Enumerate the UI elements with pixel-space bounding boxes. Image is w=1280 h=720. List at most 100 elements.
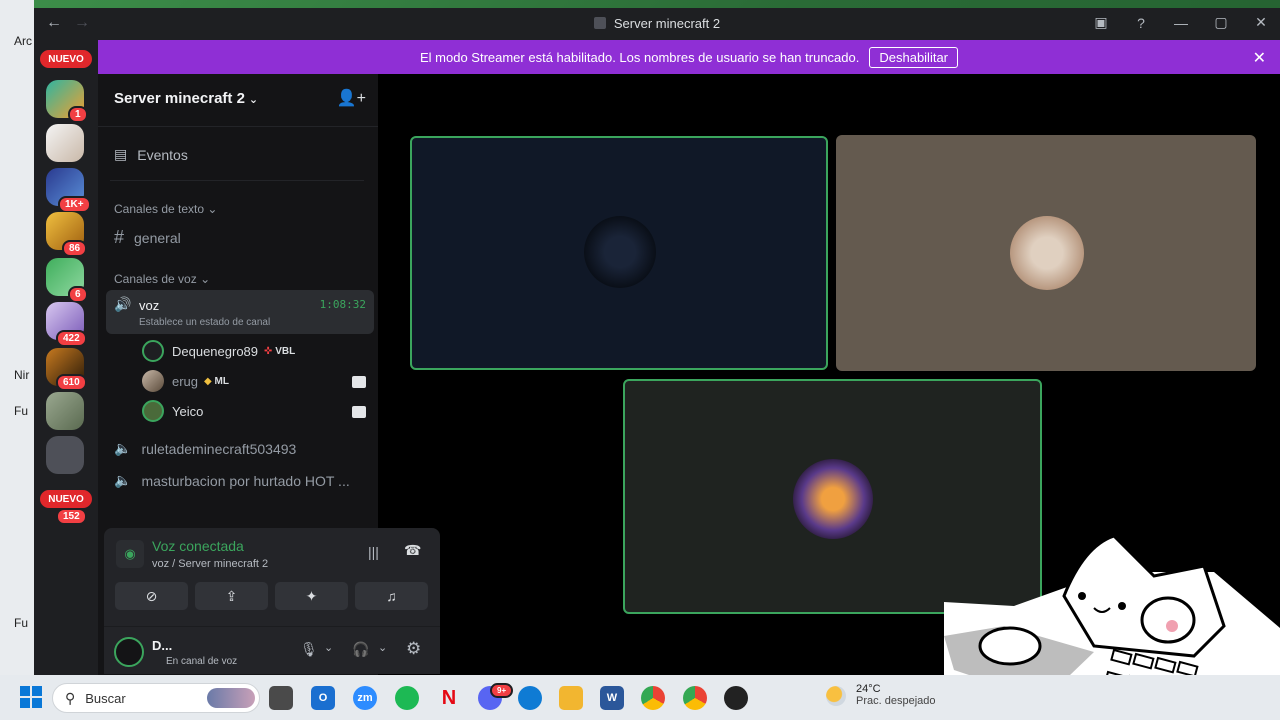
background-text: Fu <box>14 616 29 630</box>
avatar[interactable] <box>114 637 144 667</box>
avatar <box>142 340 164 362</box>
voice-user[interactable]: erug ◆ ML <box>142 370 229 392</box>
help-icon[interactable]: ? <box>1132 15 1150 31</box>
voice-channel-ruleta[interactable]: 🔈 ruletademinecraft503493 <box>114 440 296 457</box>
tag-icon: ✜ <box>264 345 276 357</box>
user-name: D... <box>152 638 173 653</box>
zoom-icon[interactable]: zm <box>353 686 377 710</box>
windows-taskbar: ⚲ Buscar O zm N 9+ W 24°C Prac. despejad… <box>0 675 1280 720</box>
discord-badge: 9+ <box>490 683 514 698</box>
outlook-icon[interactable]: O <box>311 686 335 710</box>
microphone-icon[interactable]: 🎙 <box>300 641 318 658</box>
spotify-icon[interactable] <box>395 686 419 710</box>
activities-icon: ✦ <box>305 587 318 604</box>
soundboard-button[interactable]: ♫ <box>355 582 428 610</box>
avatar <box>142 400 164 422</box>
speaker-icon: 🔈 <box>114 440 132 456</box>
chevron-down-icon: ⌄ <box>248 94 259 106</box>
voice-channel-voz[interactable]: 🔊 voz 1:08:32 Establece un estado de can… <box>106 290 374 334</box>
close-icon[interactable]: ✕ <box>1252 14 1270 31</box>
text-category-header[interactable]: Canales de texto ⌄ <box>114 202 217 216</box>
maximize-icon[interactable]: ▢ <box>1212 14 1230 31</box>
speaker-icon: 🔊 <box>114 296 132 312</box>
camera-off-icon: ⊘ <box>145 587 158 604</box>
disconnect-icon[interactable]: ☎ <box>404 542 421 559</box>
user-status: En canal de voz <box>166 656 238 667</box>
mention-badge: 610 <box>56 374 87 391</box>
minimize-icon[interactable]: — <box>1172 15 1190 31</box>
invite-people-icon[interactable]: 👤+ <box>337 88 366 108</box>
server-name-header[interactable]: Server minecraft 2 ⌄ <box>114 90 258 107</box>
voice-location[interactable]: voz / Server minecraft 2 <box>152 558 268 570</box>
taskbar-search-box[interactable]: ⚲ Buscar <box>52 683 260 713</box>
inbox-icon[interactable]: ▣ <box>1092 14 1110 31</box>
activities-button[interactable]: ✦ <box>275 582 348 610</box>
banner-text: El modo Streamer está habilitado. Los no… <box>419 49 860 65</box>
hashtag-icon: # <box>114 227 125 247</box>
new-badge[interactable]: NUEVO <box>38 48 94 70</box>
headphones-icon[interactable]: 🎧 <box>352 641 369 658</box>
mention-badge: 86 <box>62 240 88 257</box>
camera-off-button[interactable]: ⊘ <box>115 582 188 610</box>
server-rail: NUEVO 1 1K+ 86 6 422 610 NUEVO 152 <box>34 40 98 675</box>
mention-badge: 422 <box>56 330 87 347</box>
search-highlight-image <box>207 688 255 708</box>
search-icon: ⚲ <box>65 689 76 706</box>
screen-share-icon <box>352 376 366 388</box>
server-icon[interactable] <box>46 124 84 162</box>
voice-user[interactable]: Yeico <box>142 400 203 422</box>
streamer-mode-banner: El modo Streamer está habilitado. Los no… <box>98 40 1280 74</box>
close-banner-icon[interactable]: ✕ <box>1253 48 1266 68</box>
disable-streamer-button[interactable]: Deshabilitar <box>869 46 959 68</box>
background-text: Nir <box>14 368 30 382</box>
mention-badge: 6 <box>68 286 88 303</box>
avatar <box>142 370 164 392</box>
avatar <box>793 459 873 539</box>
new-badge[interactable]: NUEVO <box>38 488 94 510</box>
video-tile-dequenegro[interactable] <box>410 136 828 370</box>
voice-status[interactable]: Voz conectada <box>152 538 244 554</box>
settings-gear-icon[interactable]: ⚙ <box>406 639 421 659</box>
video-tile-erug[interactable] <box>836 135 1256 371</box>
mention-badge: 1 <box>68 106 88 123</box>
noise-suppression-icon[interactable]: ||| <box>368 544 379 560</box>
events-item[interactable]: ▤ Eventos <box>114 146 188 163</box>
soundboard-icon: ♫ <box>386 588 397 604</box>
chevron-down-icon[interactable]: ⌄ <box>378 641 387 654</box>
voice-category-header[interactable]: Canales de voz ⌄ <box>114 272 210 286</box>
background-text: Fu <box>14 404 29 418</box>
chrome-icon[interactable] <box>641 686 665 710</box>
task-view-icon[interactable] <box>269 686 293 710</box>
app-icon[interactable] <box>724 686 748 710</box>
channel-general[interactable]: # general <box>114 227 181 248</box>
voice-timer: 1:08:32 <box>319 298 366 311</box>
avatar <box>1010 216 1084 290</box>
server-icon[interactable] <box>46 436 84 474</box>
edge-icon[interactable] <box>518 686 542 710</box>
channel-sidebar: Server minecraft 2 ⌄ 👤+ ▤ Eventos Canales… <box>98 74 440 675</box>
voice-user[interactable]: Dequenegro89 ✜ VBL <box>142 340 295 362</box>
screen-share-button[interactable]: ⇪ <box>195 582 268 610</box>
chevron-down-icon: ⌄ <box>200 272 211 286</box>
avatar <box>584 216 656 288</box>
tag-icon: ◆ <box>204 375 215 387</box>
channel-status[interactable]: Establece un estado de canal <box>139 317 270 328</box>
chevron-down-icon[interactable]: ⌄ <box>324 641 333 654</box>
windows-start-icon[interactable] <box>20 686 42 708</box>
background-window-strip: Arc Nir Fu Fu <box>0 0 34 680</box>
server-icon[interactable] <box>46 392 84 430</box>
speaker-icon: 🔈 <box>114 472 132 488</box>
chrome-profile-icon[interactable] <box>683 686 707 710</box>
screen-share-icon: ⇪ <box>225 587 238 604</box>
file-explorer-icon[interactable] <box>559 686 583 710</box>
chevron-down-icon: ⌄ <box>207 202 218 216</box>
screen-share-icon <box>352 406 366 418</box>
weather-widget[interactable]: 24°C Prac. despejado <box>856 683 936 707</box>
voice-channel-other[interactable]: 🔈 masturbacion por hurtado HOT ... <box>114 472 350 489</box>
word-icon[interactable]: W <box>600 686 624 710</box>
server-icon <box>593 17 606 29</box>
netflix-icon[interactable]: N <box>437 686 461 710</box>
calendar-icon: ▤ <box>114 146 128 162</box>
weather-icon <box>826 686 846 706</box>
mention-badge: 1K+ <box>58 196 91 213</box>
